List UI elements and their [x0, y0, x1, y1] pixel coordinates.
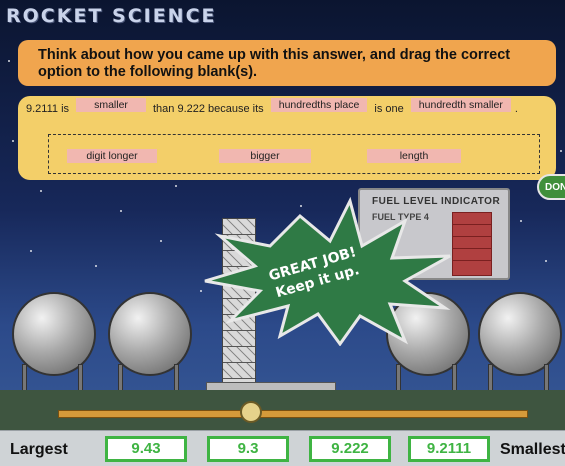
largest-label: Largest [10, 441, 68, 458]
blank-1-chip[interactable]: smaller [76, 98, 146, 112]
game-title: ROCKET SCIENCE [6, 5, 217, 27]
answer-panel: 9.2111 is smaller than 9.222 because its… [18, 96, 556, 180]
sentence-text: than 9.222 because its [152, 103, 264, 115]
option-bank: digit longer bigger length [48, 134, 540, 174]
option-chip[interactable]: bigger [219, 149, 311, 163]
ordered-value-2[interactable]: 9.3 [207, 436, 289, 462]
option-chip[interactable]: digit longer [67, 149, 157, 163]
ordering-bar: Largest 9.43 9.3 9.222 9.2111 Smallest [0, 430, 565, 466]
ordered-value-3[interactable]: 9.222 [309, 436, 391, 462]
blank-3-chip[interactable]: hundredth smaller [410, 98, 511, 112]
smallest-label: Smallest [500, 441, 565, 458]
fuel-gauge [452, 212, 492, 276]
game-scene: ROCKET SCIENCE Think about how you came … [0, 0, 565, 466]
sentence-text: . [514, 103, 518, 115]
done-button[interactable]: DONE [537, 174, 565, 200]
ordered-value-1[interactable]: 9.43 [105, 436, 187, 462]
ordered-value-4[interactable]: 9.2111 [408, 436, 490, 462]
fuel-pipe [58, 410, 528, 418]
instruction-prompt: Think about how you came up with this an… [18, 40, 556, 86]
sentence-text: 9.2111 is [26, 103, 70, 115]
valve-icon [240, 401, 262, 423]
answer-sentence: 9.2111 is smaller than 9.222 because its… [26, 98, 518, 116]
sentence-text: is one [374, 103, 404, 115]
option-chip[interactable]: length [367, 149, 461, 163]
blank-2-chip[interactable]: hundredths place [270, 98, 368, 112]
